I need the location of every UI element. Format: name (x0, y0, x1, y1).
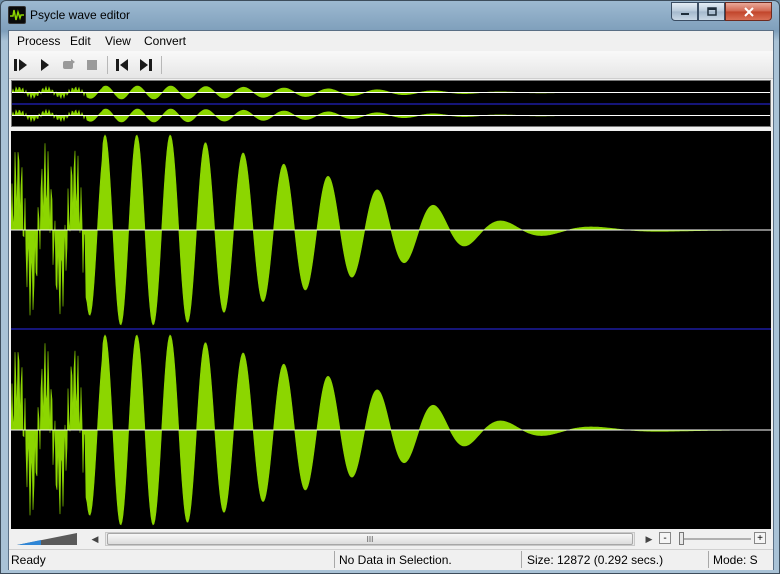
volume-meter (17, 533, 77, 545)
menu-view[interactable]: View (105, 34, 131, 48)
toolbar-separator (107, 56, 108, 74)
go-to-end-icon (140, 59, 152, 71)
stop-icon (87, 60, 97, 70)
stop-button[interactable] (83, 56, 101, 74)
maximize-button[interactable] (698, 2, 725, 21)
loop-button[interactable] (60, 56, 78, 74)
app-waveform-icon (8, 6, 26, 24)
status-separator (521, 551, 522, 568)
status-separator (708, 551, 709, 568)
go-to-start-button[interactable] (113, 56, 131, 74)
zoom-in-button[interactable]: + (754, 532, 766, 544)
scroll-right-arrow[interactable]: ▶ (641, 531, 657, 547)
go-to-end-button[interactable] (137, 56, 155, 74)
go-to-start-icon (116, 59, 128, 71)
menu-convert[interactable]: Convert (144, 34, 186, 48)
zoom-out-button[interactable]: - (659, 532, 671, 544)
status-mode: Mode: S (713, 553, 758, 567)
loop-icon (63, 59, 75, 69)
zoom-slider-track (681, 538, 751, 540)
window-title: Psycle wave editor (30, 8, 131, 22)
status-selection: No Data in Selection. (339, 553, 452, 567)
status-bar: Ready No Data in Selection. Size: 12872 … (9, 549, 773, 570)
wave-editor-window: Psycle wave editor Process Edit View Con… (0, 0, 780, 574)
menu-bar: Process Edit View Convert (9, 31, 773, 51)
play-from-start-icon (14, 59, 27, 71)
scrollbar-grip: III (366, 534, 374, 544)
main-waveform (10, 134, 771, 526)
close-button[interactable] (725, 2, 772, 21)
title-bar[interactable]: Psycle wave editor (1, 1, 779, 30)
waveform-view[interactable] (10, 131, 771, 529)
menu-edit[interactable]: Edit (70, 34, 91, 48)
toolbar (9, 51, 773, 79)
scrollbar-thumb[interactable]: III (107, 533, 633, 545)
play-icon (41, 59, 49, 71)
toolbar-separator (161, 56, 162, 74)
play-button[interactable] (36, 56, 54, 74)
status-size: Size: 12872 (0.292 secs.) (527, 553, 664, 567)
wave-overview[interactable] (11, 80, 771, 127)
scroll-left-arrow[interactable]: ◀ (87, 531, 103, 547)
overview-waveform (11, 85, 770, 123)
menu-process[interactable]: Process (17, 34, 60, 48)
status-separator (334, 551, 335, 568)
scroll-row: ◀ III ▶ - + (9, 531, 773, 547)
status-ready: Ready (11, 553, 46, 567)
client-area: Process Edit View Convert ◀ III ▶ - + Re… (8, 30, 774, 570)
zoom-slider-thumb[interactable] (679, 532, 684, 545)
play-from-start-button[interactable] (12, 56, 30, 74)
horizontal-scrollbar[interactable]: III (105, 532, 635, 546)
minimize-button[interactable] (671, 2, 698, 21)
